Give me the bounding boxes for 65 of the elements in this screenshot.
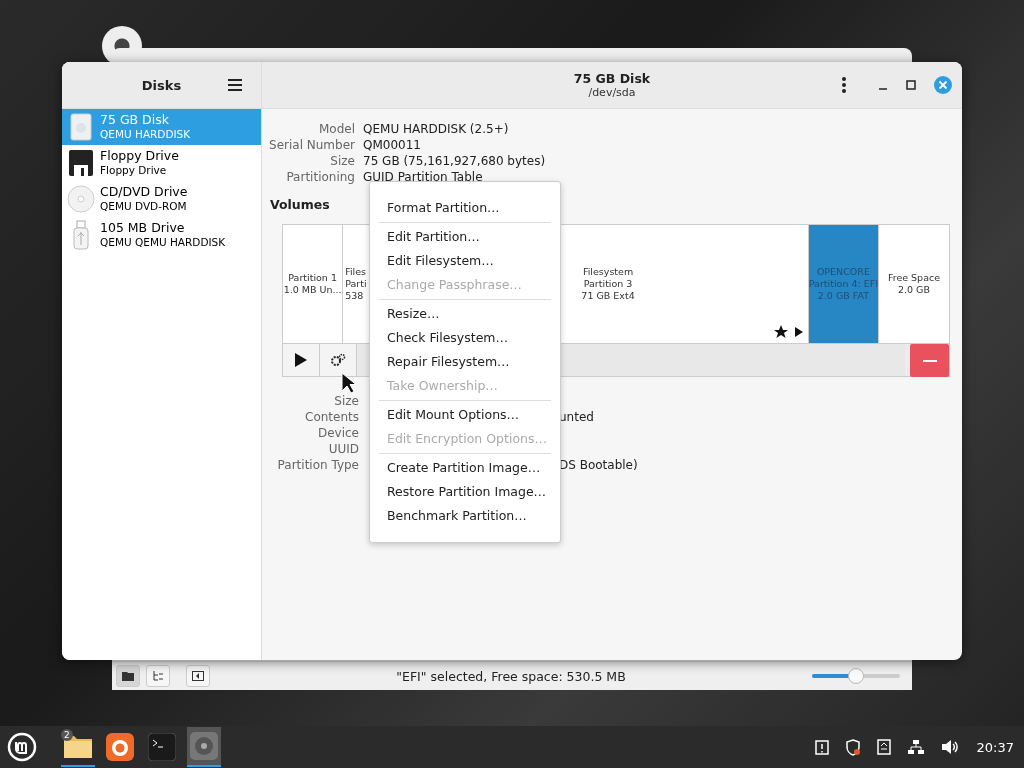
delete-partition-button[interactable]: [910, 344, 949, 377]
menu-item[interactable]: Create Partition Image…: [370, 456, 560, 480]
field-value: 75 GB (75,161,927,680 bytes): [363, 153, 546, 169]
field-label: Partition Type: [276, 457, 359, 473]
menu-item[interactable]: Benchmark Partition…: [370, 504, 560, 528]
section-title: Volumes: [270, 197, 330, 212]
sidebar-icon: [192, 671, 204, 681]
menu-item[interactable]: Format Partition…: [370, 196, 560, 220]
maximize-icon[interactable]: [906, 80, 916, 90]
shield-icon[interactable]: [844, 738, 861, 756]
clipboard-alert-icon[interactable]: [814, 739, 829, 755]
field-label: Size: [329, 153, 355, 169]
field-value: QM00011: [363, 137, 421, 153]
window-count-badge: 2: [61, 729, 73, 741]
disks-taskbar-button[interactable]: [187, 727, 221, 767]
sidebar-title: Disks: [141, 77, 182, 93]
update-icon[interactable]: [876, 739, 891, 755]
field-label: UUID: [327, 441, 359, 457]
field-label: Contents: [304, 409, 359, 425]
start-menu-icon[interactable]: [7, 732, 37, 762]
drive-name: 105 MB Drive: [100, 221, 186, 235]
drive-name: CD/DVD Drive: [100, 185, 188, 199]
folder-taskbar-button[interactable]: 2: [61, 727, 95, 767]
folder-icon: [122, 671, 134, 681]
field-label: Device: [316, 425, 359, 441]
sidebar-view-button[interactable]: [186, 665, 210, 687]
field-value: QEMU HARDDISK (2.5+): [363, 121, 509, 137]
status-text: "EFI" selected, Free space: 530.5 MB: [395, 668, 627, 684]
menu-item[interactable]: Edit Mount Options…: [370, 403, 560, 427]
field-label: Serial Number: [268, 137, 355, 153]
network-icon[interactable]: [906, 739, 925, 755]
drive-model: Floppy Drive: [100, 163, 168, 177]
tree-icon: [152, 671, 164, 681]
cursor-icon: [341, 372, 357, 394]
drive-name: Floppy Drive: [100, 149, 179, 163]
drive-model: QEMU DVD-ROM: [100, 199, 188, 213]
drive-list-item[interactable]: 105 MB Drive QEMU QEMU HARDDISK: [62, 217, 261, 253]
gears-icon: [330, 353, 346, 367]
field-label: Model: [317, 121, 355, 137]
minus-icon: [922, 359, 937, 362]
partition-segment[interactable]: Partition 1 1.0 MB Un...: [283, 225, 344, 343]
field-label: Size: [333, 393, 359, 409]
play-icon: [295, 353, 307, 367]
zoom-slider[interactable]: [812, 668, 900, 684]
settings-button[interactable]: [320, 344, 357, 376]
field-value: GUID Partition Table: [363, 169, 483, 185]
device-path: /dev/sda: [588, 86, 636, 99]
window-title: 75 GB Disk: [573, 71, 651, 86]
folder-view-button[interactable]: [116, 665, 140, 687]
drive-list-item[interactable]: CD/DVD Drive QEMU DVD-ROM: [62, 181, 261, 217]
more-options-icon[interactable]: [842, 77, 846, 93]
drive-model: QEMU QEMU HARDDISK: [100, 235, 226, 249]
menu-icon[interactable]: [228, 79, 242, 91]
clock: 20:37: [976, 739, 1014, 755]
drive-model: QEMU HARDDISK: [100, 127, 191, 141]
optical-disc-icon: [67, 185, 95, 213]
volume-icon[interactable]: [940, 739, 959, 755]
play-button[interactable]: [283, 344, 320, 376]
tree-view-button[interactable]: [146, 665, 170, 687]
field-label: Partitioning: [285, 169, 355, 185]
drive-name: 75 GB Disk: [100, 113, 170, 127]
partition-segment[interactable]: Free Space 2.0 GB: [878, 225, 949, 343]
drive-list-item[interactable]: Floppy Drive Floppy Drive: [62, 145, 261, 181]
close-icon[interactable]: [934, 76, 952, 94]
menu-item[interactable]: Restore Partition Image…: [370, 480, 560, 504]
